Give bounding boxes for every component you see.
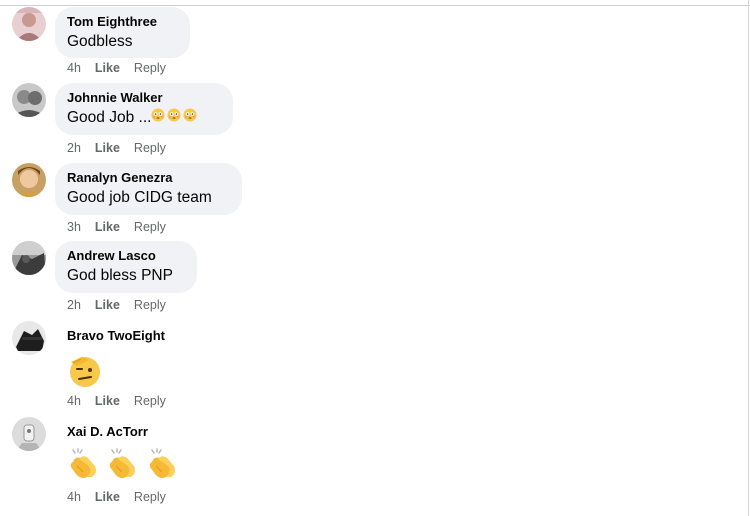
comment-actions: 4h Like Reply xyxy=(67,60,180,76)
avatar[interactable] xyxy=(12,163,46,197)
comment-bubble: Andrew Lasco God bless PNP xyxy=(55,241,197,293)
comment-actions: 2h Like Reply xyxy=(67,297,180,313)
flushed-face-icon xyxy=(151,108,165,128)
reply-button[interactable]: Reply xyxy=(134,298,166,312)
like-button[interactable]: Like xyxy=(95,220,120,234)
flushed-face-icon xyxy=(181,108,197,128)
comment-actions: 3h Like Reply xyxy=(67,219,180,235)
flushed-face-icon xyxy=(165,108,181,128)
avatar[interactable] xyxy=(12,417,46,451)
comment-actions: 4h Like Reply xyxy=(67,489,180,505)
comment-bubble: Bravo TwoEight xyxy=(55,321,195,387)
comment-item: Johnnie Walker Good Job ... 2h Like Reply xyxy=(12,83,712,159)
comment-text: God bless PNP xyxy=(67,267,173,284)
comment-text: Godbless xyxy=(67,33,133,50)
comment-author[interactable]: Tom Eighthree xyxy=(67,14,178,30)
reply-button[interactable]: Reply xyxy=(134,394,166,408)
comment-text: Good Job ... xyxy=(67,108,221,128)
comment-item: Xai D. AcTorr 4h Like Reply xyxy=(12,417,712,509)
comment-text: Good job CIDG team xyxy=(67,189,212,206)
reply-button[interactable]: Reply xyxy=(134,220,166,234)
comment-bubble: Xai D. AcTorr xyxy=(55,417,195,483)
avatar[interactable] xyxy=(12,241,46,275)
comment-time[interactable]: 3h xyxy=(67,220,81,234)
clapping-hands-icon xyxy=(106,448,140,485)
comment-emoji xyxy=(67,448,183,485)
comment-time[interactable]: 4h xyxy=(67,490,81,504)
comment-item: Andrew Lasco God bless PNP 2h Like Reply xyxy=(12,241,712,315)
reply-button[interactable]: Reply xyxy=(134,490,166,504)
comment-time[interactable]: 4h xyxy=(67,394,81,408)
comment-bubble: Johnnie Walker Good Job ... xyxy=(55,83,233,135)
like-button[interactable]: Like xyxy=(95,141,120,155)
avatar[interactable] xyxy=(12,321,46,355)
right-divider xyxy=(748,0,749,516)
comment-bubble: Tom Eighthree Godbless xyxy=(55,7,190,58)
comment-item: Tom Eighthree Godbless 4h Like Reply xyxy=(12,7,712,79)
comment-time[interactable]: 2h xyxy=(67,141,81,155)
comment-author[interactable]: Xai D. AcTorr xyxy=(67,424,183,440)
comment-author[interactable]: Bravo TwoEight xyxy=(67,328,183,344)
top-divider xyxy=(0,0,750,6)
comment-actions: 4h Like Reply xyxy=(67,393,180,409)
clapping-hands-icon xyxy=(146,448,180,485)
saluting-face-icon xyxy=(67,354,103,395)
comment-bubble: Ranalyn Genezra Good job CIDG team xyxy=(55,163,242,215)
comment-item: Bravo TwoEight 4h Like Reply xyxy=(12,321,712,411)
like-button[interactable]: Like xyxy=(95,298,120,312)
reply-button[interactable]: Reply xyxy=(134,61,166,75)
comment-emoji xyxy=(67,354,183,395)
avatar[interactable] xyxy=(12,7,46,41)
like-button[interactable]: Like xyxy=(95,490,120,504)
comment-author[interactable]: Johnnie Walker xyxy=(67,90,221,106)
like-button[interactable]: Like xyxy=(95,61,120,75)
comment-actions: 2h Like Reply xyxy=(67,140,180,156)
comment-time[interactable]: 4h xyxy=(67,61,81,75)
reply-button[interactable]: Reply xyxy=(134,141,166,155)
comment-time[interactable]: 2h xyxy=(67,298,81,312)
comment-text-content: Good Job ... xyxy=(67,109,152,127)
clapping-hands-icon xyxy=(67,448,101,485)
comment-author[interactable]: Ranalyn Genezra xyxy=(67,170,230,186)
like-button[interactable]: Like xyxy=(95,394,120,408)
avatar[interactable] xyxy=(12,83,46,117)
comment-author[interactable]: Andrew Lasco xyxy=(67,248,185,264)
comment-item: Ranalyn Genezra Good job CIDG team 3h Lik… xyxy=(12,163,712,239)
